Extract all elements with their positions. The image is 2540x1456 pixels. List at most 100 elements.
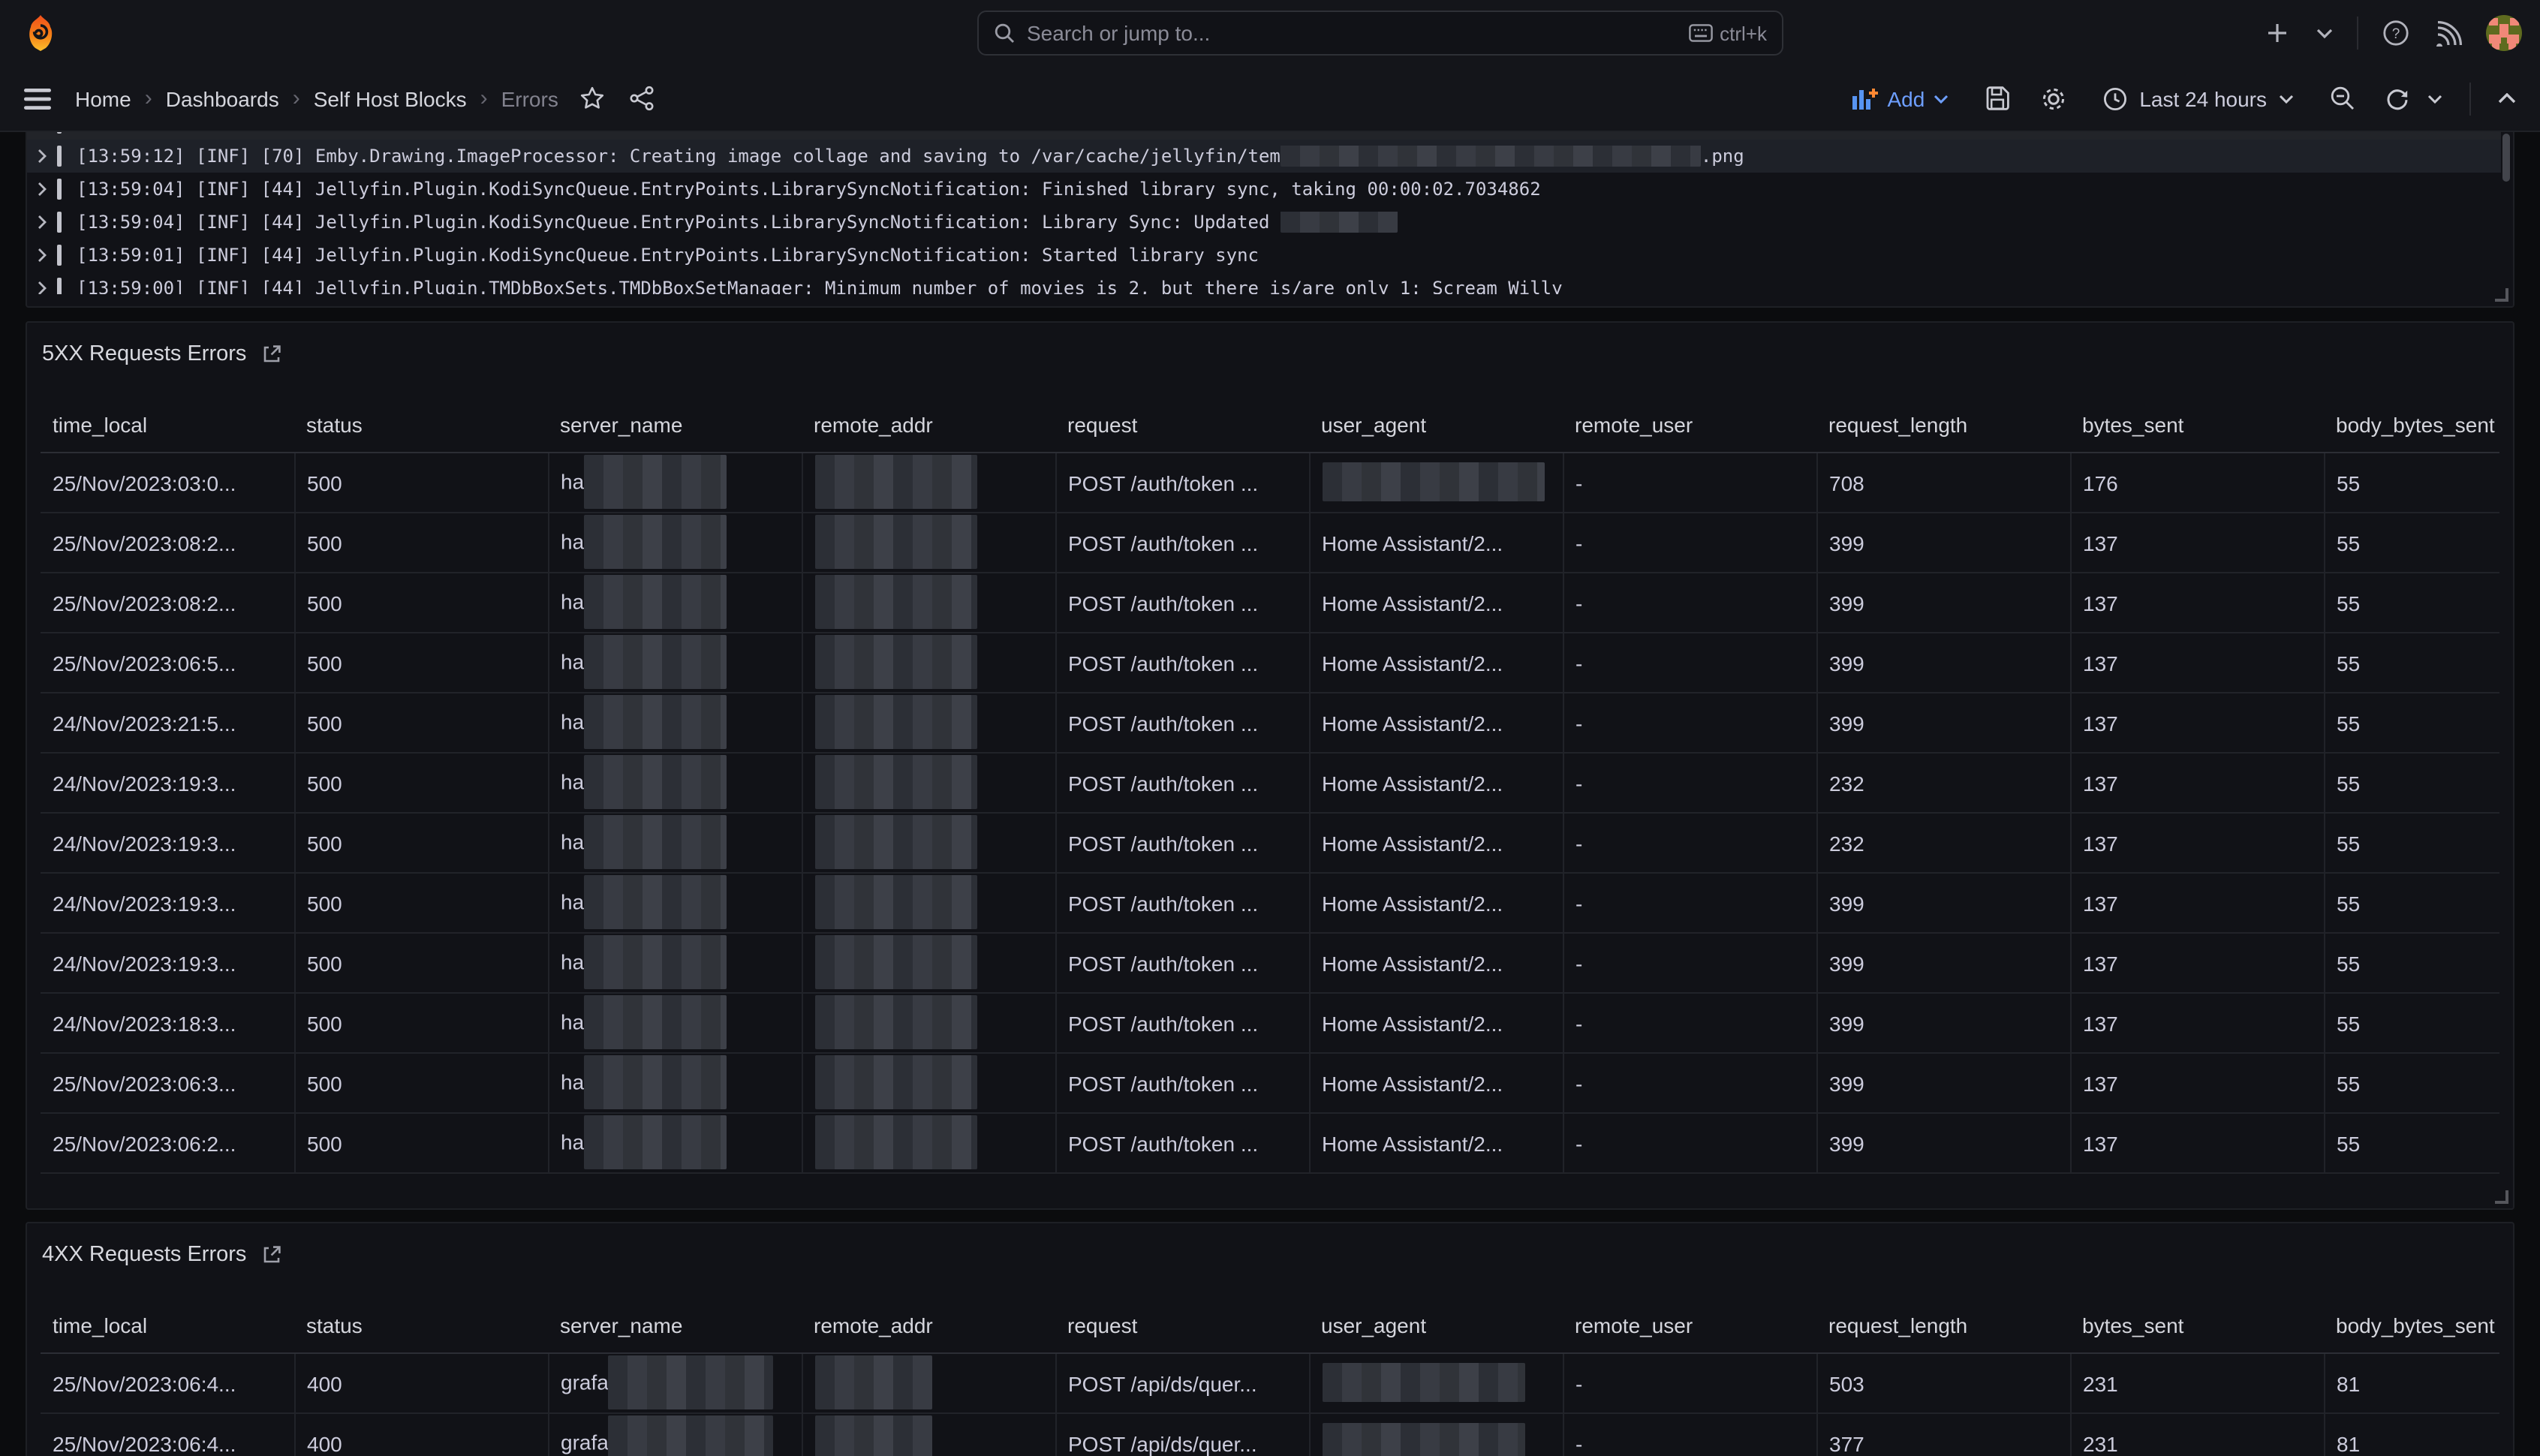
cell-body_bytes_sent: 81 <box>2324 1353 2499 1413</box>
cell-remote_user: - <box>1563 1113 1816 1173</box>
redacted-value <box>584 754 727 808</box>
cell-remote_user: - <box>1563 753 1816 813</box>
cell-status: 500 <box>294 993 548 1053</box>
log-row[interactable]: [13:59:04] [INF] [44] Jellyfin.Plugin.Ko… <box>27 173 2501 206</box>
cell-bytes_sent: 137 <box>2070 693 2324 753</box>
column-header-status[interactable]: status <box>294 1298 548 1353</box>
log-row[interactable]: [13:59:12] [INF] [70] Emby.Drawing.Image… <box>27 140 2501 173</box>
news-button[interactable] <box>2433 17 2465 49</box>
column-header-request[interactable]: request <box>1055 398 1309 453</box>
cell-request_length: 399 <box>1816 633 2070 693</box>
errors-table-5xx: time_localstatusserver_nameremote_addrre… <box>41 398 2499 1174</box>
column-header-request[interactable]: request <box>1055 1298 1309 1353</box>
cell-bytes_sent: 176 <box>2070 453 2324 513</box>
column-header-request_length[interactable]: request_length <box>1816 1298 2070 1353</box>
breadcrumb-dashboards[interactable]: Dashboards <box>166 86 279 110</box>
table-row: 24/Nov/2023:19:3...500haPOST /auth/token… <box>41 753 2499 813</box>
log-row[interactable]: [13:59:00] [INF] [44] Jellyfin.Plugin.TM… <box>27 272 2501 294</box>
column-header-user_agent[interactable]: user_agent <box>1309 1298 1563 1353</box>
expand-chevron-icon[interactable] <box>27 149 57 164</box>
column-header-bytes_sent[interactable]: bytes_sent <box>2070 398 2324 453</box>
panel-resize-grip[interactable] <box>2495 1190 2508 1204</box>
mega-menu-toggle[interactable] <box>21 85 54 112</box>
column-header-remote_user[interactable]: remote_user <box>1563 1298 1816 1353</box>
table-row: 24/Nov/2023:21:5...500haPOST /auth/token… <box>41 693 2499 753</box>
clock-icon <box>2103 86 2127 110</box>
cell-request: POST /auth/token ... <box>1055 813 1309 873</box>
cell-body_bytes_sent: 81 <box>2324 1413 2499 1456</box>
breadcrumb-home[interactable]: Home <box>75 86 131 110</box>
cell-status: 500 <box>294 1053 548 1113</box>
redacted-value <box>584 934 727 988</box>
save-dashboard-button[interactable] <box>1982 83 2013 114</box>
user-avatar[interactable] <box>2486 15 2522 51</box>
logs-scroll-area[interactable]: [13:59:12] [INF] [70] Emby.Drawing.Image… <box>27 132 2501 294</box>
column-header-server_name[interactable]: server_name <box>548 1298 802 1353</box>
cell-request_length: 399 <box>1816 993 2070 1053</box>
cell-request: POST /auth/token ... <box>1055 1053 1309 1113</box>
cell-request_length: 232 <box>1816 813 2070 873</box>
cell-user_agent: Home Assistant/2... <box>1309 633 1563 693</box>
cell-status: 400 <box>294 1413 548 1456</box>
column-header-time_local[interactable]: time_local <box>41 398 294 453</box>
new-button[interactable] <box>2262 18 2292 48</box>
column-header-remote_user[interactable]: remote_user <box>1563 398 1816 453</box>
cell-remote_addr <box>802 1413 1055 1456</box>
cell-bytes_sent: 231 <box>2070 1353 2324 1413</box>
column-header-request_length[interactable]: request_length <box>1816 398 2070 453</box>
expand-chevron-icon[interactable] <box>27 281 57 294</box>
collapse-topbar-button[interactable] <box>2495 90 2519 107</box>
column-header-remote_addr[interactable]: remote_addr <box>802 398 1055 453</box>
cell-remote_user: - <box>1563 573 1816 633</box>
cell-remote_addr <box>802 633 1055 693</box>
column-header-body_bytes_sent[interactable]: body_bytes_sent <box>2324 1298 2499 1353</box>
refresh-button[interactable] <box>2382 83 2412 113</box>
cell-time_local: 24/Nov/2023:19:3... <box>41 813 294 873</box>
expand-chevron-icon[interactable] <box>27 215 57 230</box>
cell-bytes_sent: 137 <box>2070 1113 2324 1173</box>
column-header-server_name[interactable]: server_name <box>548 398 802 453</box>
column-header-remote_addr[interactable]: remote_addr <box>802 1298 1055 1353</box>
cell-user_agent: Home Assistant/2... <box>1309 753 1563 813</box>
favorite-button[interactable] <box>576 83 608 114</box>
grafana-logo[interactable] <box>21 14 60 53</box>
cell-request_length: 399 <box>1816 513 2070 573</box>
top-nav: Search or jump to... ctrl+k ? <box>0 0 2540 68</box>
panel-title[interactable]: 4XX Requests Errors <box>42 1243 246 1267</box>
time-range-picker[interactable]: Last 24 hours <box>2094 85 2303 112</box>
column-header-bytes_sent[interactable]: bytes_sent <box>2070 1298 2324 1353</box>
search-input[interactable]: Search or jump to... ctrl+k <box>977 11 1783 56</box>
cell-request: POST /auth/token ... <box>1055 513 1309 573</box>
column-header-status[interactable]: status <box>294 398 548 453</box>
help-button[interactable]: ? <box>2379 17 2412 50</box>
dashboard-settings-button[interactable] <box>2037 82 2070 115</box>
share-button[interactable] <box>626 83 658 114</box>
column-header-body_bytes_sent[interactable]: body_bytes_sent <box>2324 398 2499 453</box>
cell-time_local: 25/Nov/2023:08:2... <box>41 573 294 633</box>
cell-body_bytes_sent: 55 <box>2324 573 2499 633</box>
expand-chevron-icon[interactable] <box>27 248 57 263</box>
column-header-time_local[interactable]: time_local <box>41 1298 294 1353</box>
panel-resize-grip[interactable] <box>2495 288 2508 302</box>
zoom-out-time-button[interactable] <box>2327 83 2358 114</box>
refresh-interval-chevron[interactable] <box>2424 91 2445 106</box>
breadcrumb-self-host-blocks[interactable]: Self Host Blocks <box>314 86 467 110</box>
redacted-value <box>814 574 977 628</box>
panel-title[interactable]: 5XX Requests Errors <box>42 342 246 366</box>
external-link-icon[interactable] <box>261 344 282 365</box>
new-menu-chevron[interactable] <box>2313 25 2336 41</box>
cell-server_name: ha <box>548 633 802 693</box>
logs-scrollbar[interactable] <box>2502 134 2510 182</box>
cell-server_name: ha <box>548 873 802 933</box>
add-panel-button[interactable]: Add <box>1843 85 1958 112</box>
cell-user_agent: Home Assistant/2... <box>1309 573 1563 633</box>
log-row[interactable]: [13:59:01] [INF] [44] Jellyfin.Plugin.Ko… <box>27 239 2501 272</box>
add-panel-label: Add <box>1887 86 1925 110</box>
expand-chevron-icon[interactable] <box>27 182 57 197</box>
log-row[interactable] <box>27 132 2501 140</box>
redacted-value <box>584 694 727 748</box>
panel-4xx-requests-errors: 4XX Requests Errors time_localstatusserv… <box>26 1222 2514 1456</box>
log-row[interactable]: [13:59:04] [INF] [44] Jellyfin.Plugin.Ko… <box>27 206 2501 239</box>
external-link-icon[interactable] <box>261 1244 282 1265</box>
column-header-user_agent[interactable]: user_agent <box>1309 398 1563 453</box>
